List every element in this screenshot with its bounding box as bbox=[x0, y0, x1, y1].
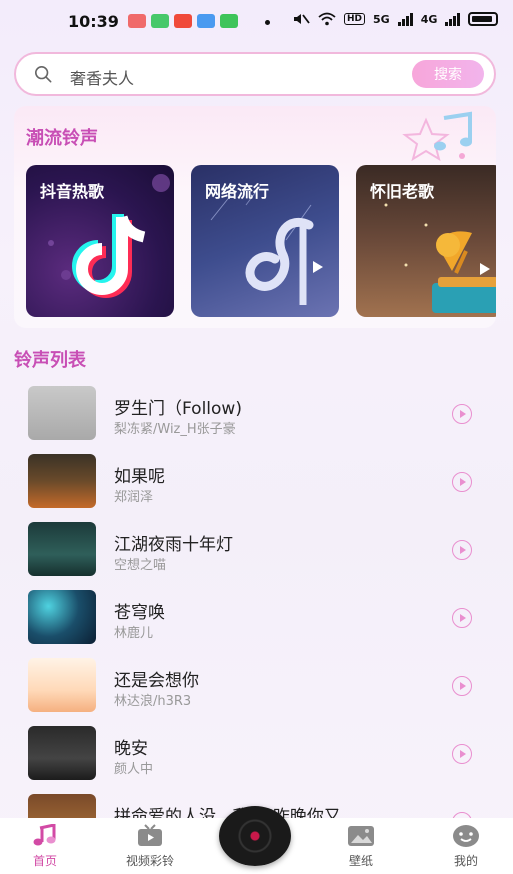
play-icon[interactable] bbox=[452, 540, 472, 560]
song-cover bbox=[28, 386, 96, 440]
app-notification-icon bbox=[220, 14, 238, 28]
song-artist: 梨冻紧/Wiz_H张子豪 bbox=[114, 422, 236, 437]
ringtone-list: 罗生门（Follow) 梨冻紧/Wiz_H张子豪 如果呢 郑润泽 江湖夜雨十年灯… bbox=[0, 380, 513, 820]
play-icon[interactable] bbox=[452, 608, 472, 628]
image-icon bbox=[348, 826, 374, 846]
category-douyin-card[interactable]: 抖音热歌 bbox=[26, 165, 174, 317]
song-title: 晚安 bbox=[114, 739, 148, 759]
search-bar[interactable]: 奢香夫人 搜索 bbox=[14, 52, 496, 96]
app-notification-icon bbox=[128, 14, 146, 28]
song-artist: 颜人中 bbox=[114, 762, 154, 777]
song-cover bbox=[28, 726, 96, 780]
more-notifications-icon bbox=[265, 20, 270, 25]
play-icon[interactable] bbox=[452, 676, 472, 696]
song-row[interactable]: 苍穹唤 林鹿儿 bbox=[0, 584, 513, 652]
song-cover bbox=[28, 454, 96, 508]
app-notification-icon bbox=[151, 14, 169, 28]
nav-wallpaper[interactable]: 壁纸 bbox=[316, 824, 406, 869]
song-title: 江湖夜雨十年灯 bbox=[114, 535, 233, 555]
system-icons: HD 5G 4G bbox=[292, 12, 499, 26]
play-icon[interactable] bbox=[452, 744, 472, 764]
trend-section: 潮流铃声 抖音热歌 网络流行 怀旧老歌 bbox=[14, 106, 496, 328]
app-notification-icon bbox=[197, 14, 215, 28]
song-title: 如果呢 bbox=[114, 467, 165, 487]
profile-face-icon bbox=[453, 825, 479, 847]
category-row: 抖音热歌 网络流行 怀旧老歌 bbox=[26, 165, 496, 317]
category-nostalgia-card[interactable]: 怀旧老歌 bbox=[356, 165, 496, 317]
trend-section-title: 潮流铃声 bbox=[26, 128, 98, 149]
clock: 10:39 bbox=[68, 12, 119, 31]
search-icon bbox=[34, 65, 52, 83]
song-cover bbox=[28, 658, 96, 712]
signal-4g-label: 4G bbox=[420, 12, 438, 26]
notification-icons bbox=[128, 14, 238, 28]
nav-label: 我的 bbox=[453, 854, 478, 868]
nav-mine[interactable]: 我的 bbox=[421, 824, 511, 869]
song-title: 苍穹唤 bbox=[114, 603, 165, 623]
wifi-icon bbox=[318, 12, 336, 26]
battery-icon bbox=[468, 12, 499, 26]
tv-icon bbox=[138, 824, 162, 846]
song-row[interactable]: 江湖夜雨十年灯 空想之喵 bbox=[0, 516, 513, 584]
song-artist: 林达浪/h3R3 bbox=[114, 694, 192, 709]
category-label: 网络流行 bbox=[205, 182, 270, 201]
signal-bars-icon bbox=[445, 12, 461, 26]
song-row[interactable]: 如果呢 郑润泽 bbox=[0, 448, 513, 516]
song-artist: 林鹿儿 bbox=[114, 626, 154, 641]
play-icon[interactable] bbox=[452, 472, 472, 492]
category-label: 抖音热歌 bbox=[40, 182, 105, 201]
song-artist: 空想之喵 bbox=[114, 558, 167, 573]
signal-5g-label: 5G bbox=[373, 12, 390, 26]
nav-video-ring[interactable]: 视频彩铃 bbox=[105, 824, 195, 869]
nav-label: 壁纸 bbox=[348, 854, 373, 868]
record-player-button[interactable] bbox=[219, 806, 291, 866]
nav-label: 首页 bbox=[32, 854, 57, 868]
app-notification-icon bbox=[174, 14, 192, 28]
song-title: 还是会想你 bbox=[114, 671, 199, 691]
search-button[interactable]: 搜索 bbox=[412, 60, 484, 88]
song-cover bbox=[28, 590, 96, 644]
song-row[interactable]: 还是会想你 林达浪/h3R3 bbox=[0, 652, 513, 720]
signal-bars-icon bbox=[397, 12, 413, 26]
category-network-card[interactable]: 网络流行 bbox=[191, 165, 339, 317]
play-icon[interactable] bbox=[452, 404, 472, 424]
ringtone-list-title: 铃声列表 bbox=[14, 350, 86, 371]
category-label: 怀旧老歌 bbox=[370, 182, 435, 201]
music-star-decoration-icon bbox=[402, 111, 472, 162]
hd-badge: HD bbox=[344, 13, 366, 25]
music-note-icon bbox=[33, 824, 56, 846]
nav-home[interactable]: 首页 bbox=[0, 824, 90, 869]
song-row[interactable]: 晚安 颜人中 bbox=[0, 720, 513, 788]
status-bar: 10:39 HD 5G 4G bbox=[0, 0, 513, 44]
search-input[interactable]: 奢香夫人 bbox=[70, 65, 134, 89]
song-cover bbox=[28, 522, 96, 576]
song-row[interactable]: 罗生门（Follow) 梨冻紧/Wiz_H张子豪 bbox=[0, 380, 513, 448]
nav-label: 视频彩铃 bbox=[125, 854, 174, 868]
song-artist: 郑润泽 bbox=[114, 490, 154, 505]
song-title: 罗生门（Follow) bbox=[114, 399, 242, 419]
mute-icon bbox=[294, 14, 310, 24]
song-cover bbox=[28, 794, 96, 820]
